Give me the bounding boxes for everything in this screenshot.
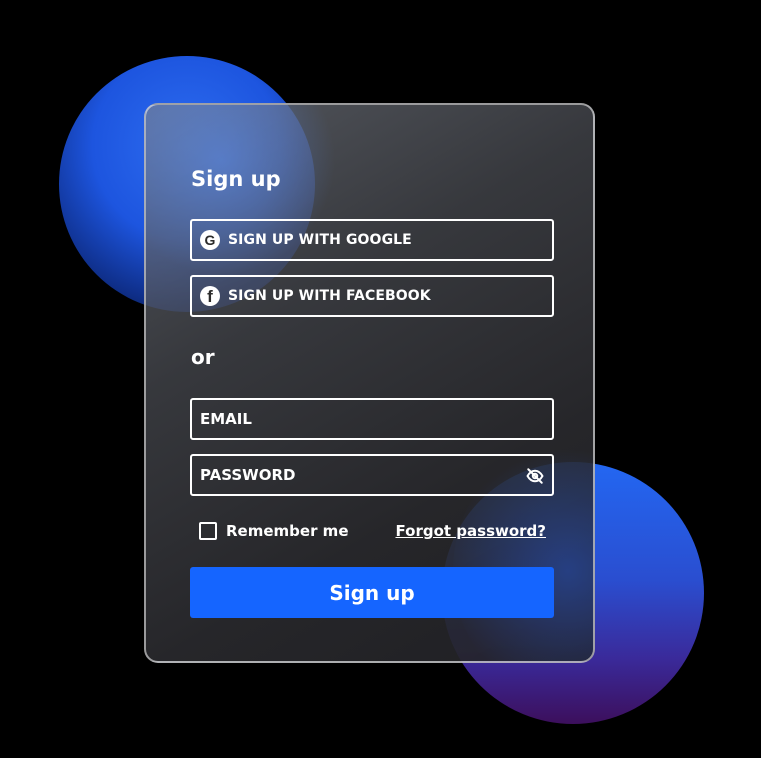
- eye-off-icon[interactable]: [526, 467, 544, 485]
- signup-card: Sign up G SIGN UP WITH GOOGLE f SIGN UP …: [144, 103, 595, 663]
- password-field-wrapper: [190, 454, 554, 496]
- or-divider: or: [191, 345, 215, 369]
- facebook-signup-button[interactable]: f SIGN UP WITH FACEBOOK: [190, 275, 554, 317]
- page-title: Sign up: [191, 167, 281, 191]
- remember-me-option[interactable]: Remember me: [199, 522, 349, 540]
- remember-me-label: Remember me: [226, 522, 349, 540]
- facebook-signup-label: SIGN UP WITH FACEBOOK: [228, 288, 431, 304]
- google-icon: G: [200, 230, 220, 250]
- remember-me-checkbox[interactable]: [199, 522, 217, 540]
- forgot-password-link[interactable]: Forgot password?: [396, 522, 547, 540]
- facebook-icon: f: [200, 286, 220, 306]
- email-field[interactable]: [192, 400, 552, 438]
- google-signup-label: SIGN UP WITH GOOGLE: [228, 232, 412, 248]
- signup-submit-button[interactable]: Sign up: [190, 567, 554, 618]
- email-field-wrapper: [190, 398, 554, 440]
- password-field[interactable]: [192, 456, 552, 494]
- google-signup-button[interactable]: G SIGN UP WITH GOOGLE: [190, 219, 554, 261]
